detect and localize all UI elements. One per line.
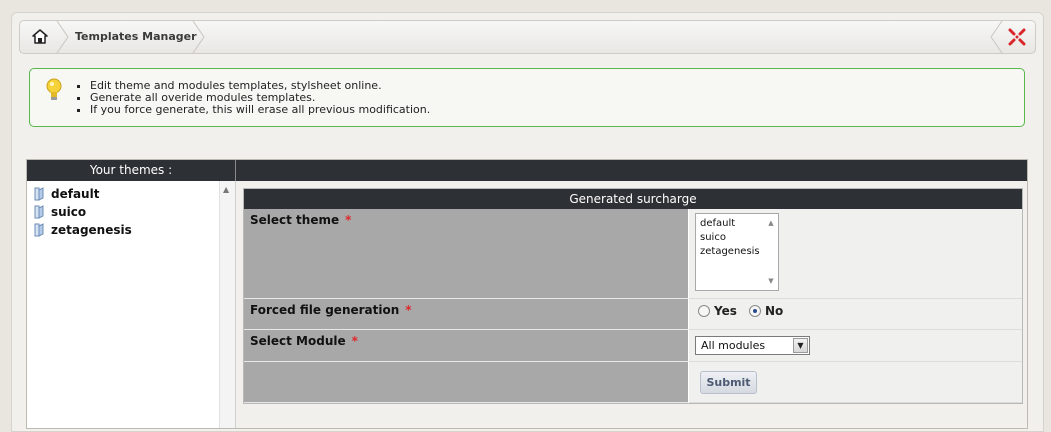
form-title: Generated surcharge	[244, 189, 1022, 209]
radio-no[interactable]: No	[749, 304, 783, 318]
surcharge-form: Generated surcharge Select theme * defaul…	[243, 188, 1023, 404]
required-mark: *	[345, 213, 352, 227]
tree-item-label: zetagenesis	[51, 223, 132, 237]
module-value-cell: All modules ▼	[689, 330, 1022, 362]
submit-button[interactable]: Submit	[700, 371, 757, 394]
submit-label-cell	[244, 362, 688, 403]
radio-yes[interactable]: Yes	[698, 304, 737, 318]
content-header	[236, 160, 1027, 181]
radio-no-label: No	[765, 304, 784, 318]
forced-value-cell: Yes No	[689, 299, 1022, 330]
folder-icon	[34, 187, 44, 201]
row-submit: Submit	[244, 362, 1022, 403]
row-select-theme: Select theme * default suico zetagenesis …	[244, 209, 1022, 299]
home-icon	[32, 29, 48, 44]
page-title: Templates Manager	[75, 30, 197, 43]
select-theme-label: Select theme	[250, 213, 340, 227]
tree-item-suico[interactable]: suico	[33, 203, 86, 221]
themes-scrollbar[interactable]: ▲	[219, 181, 235, 428]
themes-tree: default suico zetagenesis	[27, 181, 236, 428]
breadcrumb-separator	[990, 21, 1003, 53]
theme-listbox[interactable]: default suico zetagenesis ▲ ▼	[695, 213, 779, 291]
radio-yes-label: Yes	[714, 304, 737, 318]
submit-value-cell: Submit	[689, 362, 1022, 403]
select-module-label: Select Module	[250, 334, 346, 348]
tip-item: If you force generate, this will erase a…	[90, 104, 430, 116]
scroll-up-icon[interactable]: ▲	[765, 216, 777, 230]
theme-option[interactable]: suico	[700, 231, 774, 245]
module-select-value: All modules	[701, 339, 766, 352]
required-mark: *	[405, 303, 412, 317]
main-panel: Your themes : default suico zetagenesis	[26, 159, 1028, 429]
radio-circle[interactable]	[698, 305, 710, 317]
select-theme-value-cell: default suico zetagenesis ▲ ▼	[689, 209, 1022, 299]
forced-generation-label: Forced file generation	[250, 303, 400, 317]
row-forced-generation: Forced file generation * Yes No	[244, 299, 1022, 330]
scroll-up-icon[interactable]: ▲	[223, 185, 229, 194]
folder-icon	[34, 223, 44, 237]
tips-list: Edit theme and modules templates, stylsh…	[74, 80, 430, 116]
close-icon	[1008, 28, 1026, 46]
tree-item-label: suico	[51, 205, 87, 219]
lightbulb-icon	[46, 78, 62, 100]
home-button[interactable]	[20, 21, 60, 53]
scroll-down-icon[interactable]: ▼	[765, 274, 777, 288]
forced-label-cell: Forced file generation *	[244, 299, 688, 330]
close-button[interactable]	[1003, 23, 1031, 51]
select-theme-label-cell: Select theme *	[244, 209, 688, 299]
module-select[interactable]: All modules ▼	[695, 336, 810, 355]
folder-icon	[34, 205, 44, 219]
tree-item-default[interactable]: default	[33, 185, 99, 203]
tips-box: Edit theme and modules templates, stylsh…	[29, 68, 1025, 127]
breadcrumb: Templates Manager	[19, 20, 1036, 54]
themes-header: Your themes :	[27, 160, 236, 181]
radio-circle-selected[interactable]	[749, 305, 761, 317]
required-mark: *	[351, 334, 358, 348]
listbox-scrollbar[interactable]: ▲ ▼	[765, 216, 777, 288]
breadcrumb-separator	[192, 21, 205, 53]
breadcrumb-separator	[56, 21, 69, 53]
row-select-module: Select Module * All modules ▼	[244, 330, 1022, 362]
module-label-cell: Select Module *	[244, 330, 688, 362]
tree-item-zetagenesis[interactable]: zetagenesis	[33, 221, 132, 239]
theme-option[interactable]: default	[700, 217, 774, 231]
chevron-down-icon[interactable]: ▼	[793, 338, 808, 353]
tree-item-label: default	[51, 187, 100, 201]
theme-option[interactable]: zetagenesis	[700, 245, 774, 259]
